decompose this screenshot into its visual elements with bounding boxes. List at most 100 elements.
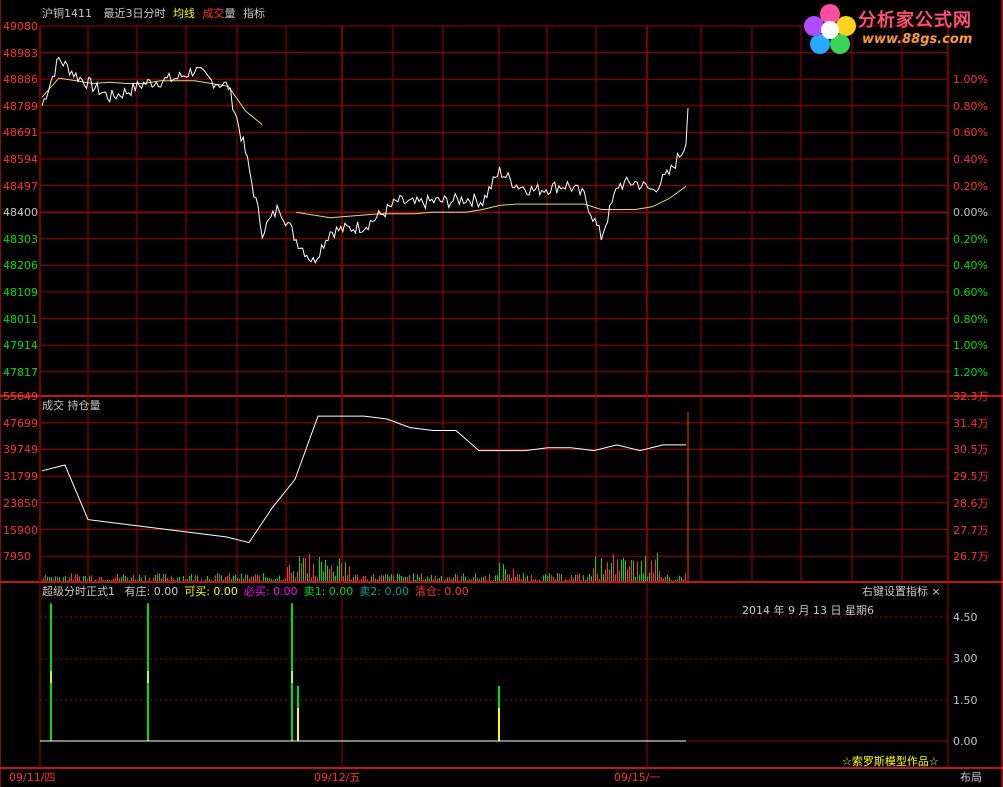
volume-bar bbox=[629, 566, 630, 581]
volume-bar bbox=[175, 580, 176, 581]
volume-bar bbox=[321, 561, 322, 581]
volume-bar bbox=[589, 573, 590, 581]
volume-bar bbox=[569, 579, 570, 581]
volume-bar bbox=[209, 579, 210, 581]
volume-bar bbox=[583, 575, 584, 581]
volume-bar bbox=[87, 578, 88, 581]
site-logo: 分析家公式网 www.88gs.com bbox=[800, 0, 1003, 58]
volume-bar bbox=[91, 575, 92, 581]
volume-bar bbox=[527, 575, 528, 581]
volume-bar bbox=[575, 575, 576, 581]
volume-bar bbox=[287, 567, 288, 581]
volume-label-1[interactable]: 成交 bbox=[203, 7, 225, 20]
volume-bar bbox=[223, 580, 224, 581]
volume-bar bbox=[685, 573, 686, 581]
volume-bar bbox=[403, 577, 404, 581]
volume-bar bbox=[295, 577, 296, 581]
volume-bar bbox=[641, 561, 642, 581]
volume-bar bbox=[105, 580, 106, 581]
volume-bar bbox=[389, 576, 390, 581]
volume-bar bbox=[653, 572, 654, 581]
volume-bar bbox=[533, 579, 534, 581]
volume-bar bbox=[535, 579, 536, 581]
layout-button[interactable]: 布局 bbox=[960, 771, 982, 784]
volume-bar bbox=[587, 576, 588, 581]
volume-bar bbox=[285, 578, 286, 581]
volume-bar bbox=[433, 579, 434, 581]
volume-bar bbox=[221, 575, 222, 581]
volume-bar bbox=[237, 577, 238, 581]
volume-bar bbox=[565, 579, 566, 581]
volume-bar bbox=[615, 574, 616, 581]
volume-bar bbox=[627, 569, 628, 581]
volume-bar bbox=[279, 575, 280, 581]
axis-tick: 31.4万 bbox=[953, 416, 989, 430]
logo-url[interactable]: www.88gs.com bbox=[862, 32, 972, 47]
avg-line-label[interactable]: 均线 bbox=[173, 7, 195, 20]
volume-bar bbox=[561, 574, 562, 581]
volume-bar bbox=[453, 577, 454, 581]
volume-bar bbox=[335, 576, 336, 581]
volume-bar bbox=[283, 580, 284, 581]
volume-bar bbox=[521, 579, 522, 581]
volume-bar bbox=[591, 576, 592, 581]
volume-bar bbox=[271, 579, 272, 581]
axis-tick: 48789 bbox=[3, 99, 38, 113]
volume-bar bbox=[349, 566, 350, 581]
axis-tick: 55649 bbox=[3, 390, 38, 403]
volume-bar bbox=[77, 574, 78, 581]
volume-bar bbox=[647, 576, 648, 581]
settings-label: 右键设置指标 bbox=[862, 585, 928, 598]
axis-tick: 0.40% bbox=[953, 259, 988, 273]
volume-bar bbox=[519, 574, 520, 581]
volume-bar bbox=[115, 577, 116, 581]
volume-bar bbox=[303, 557, 304, 581]
volume-bar bbox=[113, 578, 114, 581]
volume-bar bbox=[605, 569, 606, 581]
volume-bar bbox=[511, 578, 512, 581]
volume-bar bbox=[633, 560, 634, 581]
axis-tick: 48109 bbox=[3, 286, 38, 299]
volume-bar bbox=[127, 577, 128, 581]
volume-bar bbox=[351, 579, 352, 581]
volume-bar bbox=[187, 579, 188, 581]
volume-bar bbox=[579, 573, 580, 581]
volume-bar bbox=[49, 577, 50, 581]
volume-bar bbox=[311, 577, 312, 581]
axis-tick: 27.7万 bbox=[953, 523, 989, 537]
volume-bar bbox=[469, 579, 470, 581]
volume-label-2[interactable]: 量 bbox=[225, 7, 236, 20]
axis-tick: 39749 bbox=[3, 443, 38, 457]
volume-bar bbox=[427, 576, 428, 581]
volume-bar bbox=[441, 576, 442, 581]
volume-bar bbox=[53, 579, 54, 581]
axis-tick: 47817 bbox=[3, 365, 38, 379]
volume-bar bbox=[193, 579, 194, 581]
volume-bar bbox=[509, 574, 510, 581]
volume-bar bbox=[585, 579, 586, 581]
indicator-item: 卖2: 0.00 bbox=[359, 585, 410, 598]
volume-bar bbox=[375, 578, 376, 581]
volume-bar bbox=[315, 575, 316, 581]
volume-bar bbox=[481, 577, 482, 581]
volume-bar bbox=[319, 556, 320, 581]
axis-tick: 0.00 bbox=[953, 734, 978, 748]
volume-bar bbox=[69, 577, 70, 581]
volume-bar bbox=[663, 578, 664, 581]
volume-bar bbox=[125, 576, 126, 581]
indicator-settings-button[interactable]: 右键设置指标 × bbox=[862, 585, 941, 598]
volume-bar bbox=[83, 576, 84, 581]
volume-bar bbox=[503, 564, 504, 581]
volume-bar bbox=[379, 575, 380, 581]
close-icon[interactable]: × bbox=[932, 585, 941, 598]
volume-bar bbox=[217, 573, 218, 581]
volume-bar bbox=[409, 575, 410, 581]
indicator-items: 有庄: 0.00 可买: 0.00 必买: 0.00 卖1: 0.00 卖2: 0.00… bbox=[119, 585, 469, 598]
volume-bar bbox=[483, 576, 484, 581]
indicator-label[interactable]: 指标 bbox=[243, 7, 265, 20]
axis-tick: 48886 bbox=[3, 73, 38, 87]
indicator-header: 超级分时正式1 有庄: 0.00 可买: 0.00 必买: 0.00 卖1: 0.00… bbox=[42, 585, 469, 598]
volume-bar bbox=[361, 578, 362, 581]
volume-bar bbox=[141, 577, 142, 581]
volume-bar bbox=[429, 578, 430, 581]
